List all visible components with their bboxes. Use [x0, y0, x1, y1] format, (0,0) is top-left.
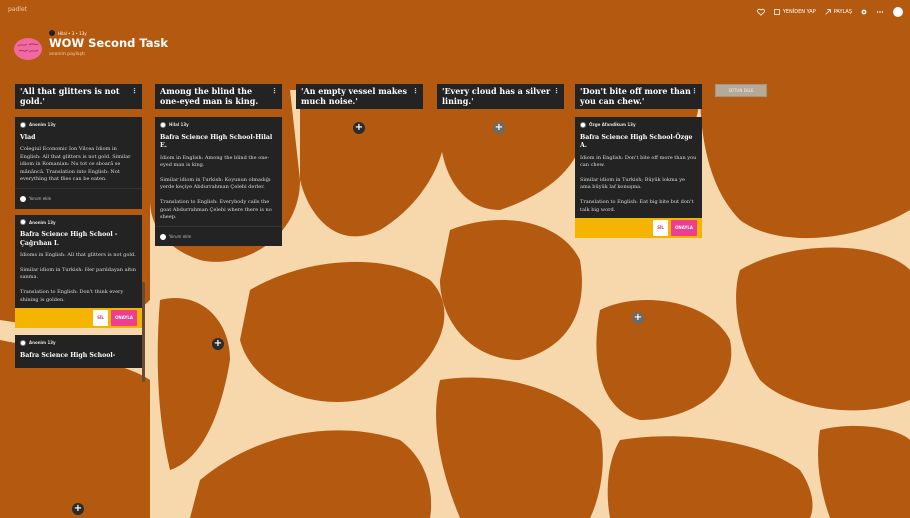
- user-avatar[interactable]: [892, 6, 904, 18]
- avatar: [160, 233, 166, 240]
- post-paragraph: Idiom in English: Don't bite off more th…: [580, 154, 697, 169]
- post-author: Anonim 13y: [20, 219, 137, 227]
- column-1: 'All that glitters is not gold.' ⋮ Anoni…: [15, 84, 142, 369]
- share-arrow-icon: [825, 9, 831, 15]
- post-card[interactable]: Anonim 13y Vlad Colegiul Economic Ion Vi…: [15, 117, 142, 209]
- post-author-text: Anonim 13y: [29, 340, 56, 346]
- post-author: Özge Afandikum 13y: [580, 121, 697, 129]
- column-scrollbar[interactable]: [142, 282, 145, 382]
- column-header: 'An empty vessel makes much noise.' ⋮: [296, 84, 423, 109]
- add-post-button[interactable]: +: [493, 122, 505, 134]
- post-body: Idioms in English: All that glitters is …: [20, 252, 137, 304]
- add-post-button[interactable]: +: [212, 338, 224, 350]
- post-paragraph: Similar idiom in Turkish; Büyük lokma ye…: [580, 176, 685, 191]
- post-card[interactable]: Özge Afandikum 13y Bafra Science High Sc…: [575, 117, 702, 239]
- column-menu-icon[interactable]: ⋮: [412, 87, 419, 97]
- gear-icon[interactable]: [860, 8, 868, 16]
- delete-button[interactable]: SİL: [653, 220, 668, 236]
- column-header: Among the blind the one-eyed man is king…: [155, 84, 282, 109]
- post-body: Idiom in English: Don't bite off more th…: [580, 155, 697, 215]
- board-meta-text: Hilal • 3 • 13y: [58, 30, 87, 36]
- column-3: 'An empty vessel makes much noise.' ⋮: [296, 84, 423, 109]
- approve-button[interactable]: ONAYLA: [110, 310, 137, 327]
- moderation-bar: SİL ONAYLA: [575, 218, 702, 239]
- post-paragraph: Idioms in English: All that glitters is …: [20, 252, 136, 259]
- avatar: [20, 195, 26, 202]
- post-author-text: Hilal 13y: [169, 122, 189, 127]
- add-comment[interactable]: Yorum ekle: [155, 225, 282, 247]
- heart-icon[interactable]: [756, 8, 765, 16]
- post-card[interactable]: Anonim 13y Bafra Science High School-: [15, 335, 142, 369]
- board-subtitle: anonim paylaştı: [49, 52, 85, 57]
- post-body: Colegiul Economic Ion Vilcea Idiom in En…: [20, 146, 137, 184]
- column-title: 'Every cloud has a silver lining.': [442, 86, 551, 106]
- post-author-text: Anonim 13y: [29, 219, 56, 225]
- post-author: Anonim 13y: [20, 121, 137, 129]
- avatar: [20, 219, 26, 226]
- remake-label: YENİDEN YAP: [782, 9, 816, 15]
- add-post-button[interactable]: +: [72, 503, 84, 515]
- post-paragraph: Similar idiom in Turkish: Koyunun olmadı…: [160, 176, 271, 191]
- column-title: Among the blind the one-eyed man is king…: [160, 86, 259, 106]
- post-card[interactable]: Anonim 13y Bafra Science High School - Ç…: [15, 214, 142, 329]
- moderation-bar: SİL ONAYLA: [15, 308, 142, 329]
- avatar: [580, 121, 586, 128]
- add-comment-label: Yorum ekle: [169, 233, 192, 239]
- post-author: Anonim 13y: [20, 339, 137, 347]
- post-author-text: Anonim 13y: [29, 122, 56, 127]
- top-actions: YENİDEN YAP PAYLAŞ: [756, 6, 904, 18]
- post-paragraph: Idiom in English: Among the blind the on…: [160, 154, 270, 169]
- column-header: 'Every cloud has a silver lining.' ⋮: [437, 84, 564, 109]
- avatar: [20, 340, 26, 347]
- avatar: [20, 121, 26, 128]
- approve-button[interactable]: ONAYLA: [670, 220, 697, 236]
- column-5: 'Don't bite off more than you can chew.'…: [575, 84, 702, 239]
- padlet-logo[interactable]: padlet: [8, 6, 27, 13]
- column-header: 'Don't bite off more than you can chew.'…: [575, 84, 702, 109]
- remake-button[interactable]: YENİDEN YAP: [773, 8, 816, 16]
- column-title: 'All that glitters is not gold.': [20, 86, 120, 106]
- post-paragraph: Similar idiom in Turkish: Her parıldayan…: [20, 266, 136, 281]
- top-bar: padlet YENİDEN YAP PAYLAŞ: [0, 0, 910, 28]
- add-column-button[interactable]: SÜTUN EKLE: [715, 84, 767, 97]
- post-author: Hilal 13y: [160, 121, 277, 129]
- post-paragraph: Translation to English: Eat big bite but…: [580, 198, 694, 213]
- column-2: Among the blind the one-eyed man is king…: [155, 84, 282, 247]
- post-paragraph: Translation to English: Don't think ever…: [20, 289, 124, 303]
- copy-icon: [774, 9, 780, 15]
- post-title: Bafra Science High School-: [20, 351, 116, 359]
- post-title: Vlad: [20, 133, 36, 141]
- post-title: Bafra Science High School-Hilal E.: [160, 133, 273, 150]
- column-menu-icon[interactable]: ⋮: [553, 87, 560, 97]
- column-menu-icon[interactable]: ⋮: [691, 87, 698, 97]
- add-post-button[interactable]: +: [632, 312, 644, 324]
- post-body: Idiom in English: Among the blind the on…: [160, 155, 277, 222]
- column-title: 'Don't bite off more than you can chew.': [580, 86, 691, 106]
- share-label: PAYLAŞ: [833, 9, 852, 15]
- column-menu-icon[interactable]: ⋮: [271, 87, 278, 97]
- share-button[interactable]: PAYLAŞ: [824, 8, 852, 16]
- avatar: [160, 121, 166, 128]
- post-paragraph: Translation to English: Everybody calls …: [160, 198, 272, 221]
- add-post-button[interactable]: +: [353, 122, 365, 134]
- board-title: WOW Second Task: [49, 36, 168, 50]
- post-paragraph: Colegiul Economic Ion Vilcea Idiom in En…: [20, 146, 131, 183]
- brain-icon: [14, 38, 42, 60]
- post-title: Bafra Science High School - Çağrıhan I.: [20, 231, 118, 247]
- board-header: Hilal • 3 • 13y WOW Second Task anonim p…: [13, 29, 168, 62]
- post-title: Bafra Science High School-Özge A.: [580, 133, 693, 150]
- more-icon[interactable]: [876, 8, 884, 16]
- column-menu-icon[interactable]: ⋮: [131, 87, 138, 97]
- post-card[interactable]: Hilal 13y Bafra Science High School-Hila…: [155, 117, 282, 247]
- add-comment-label: Yorum ekle: [29, 196, 52, 202]
- column-header: 'All that glitters is not gold.' ⋮: [15, 84, 142, 109]
- column-4: 'Every cloud has a silver lining.' ⋮: [437, 84, 564, 109]
- delete-button[interactable]: SİL: [93, 310, 108, 327]
- column-title: 'An empty vessel makes much noise.': [301, 86, 407, 106]
- post-author-text: Özge Afandikum 13y: [589, 122, 636, 127]
- add-comment[interactable]: Yorum ekle: [15, 188, 142, 209]
